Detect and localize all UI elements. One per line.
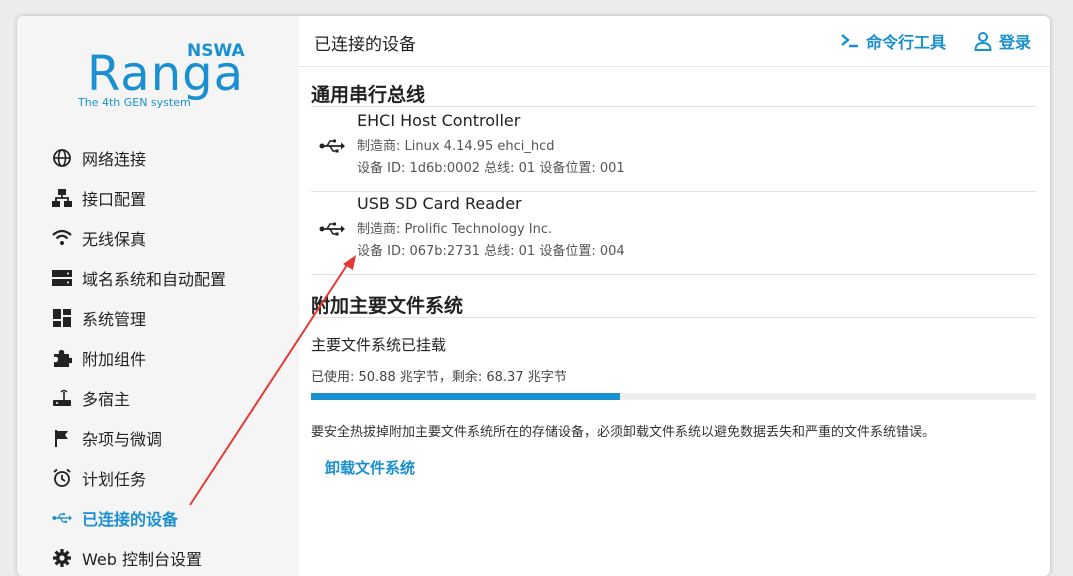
sidebar-item-scheduled-tasks[interactable]: 计划任务 xyxy=(17,458,299,498)
sidebar-item-label: 已连接的设备 xyxy=(82,510,179,529)
header-bar: 已连接的设备 命令行工具 登录 xyxy=(299,16,1050,67)
cli-tool-label: 命令行工具 xyxy=(866,33,947,52)
sidebar-item-label: 网络连接 xyxy=(82,150,147,169)
divider xyxy=(311,274,1036,275)
sidebar-item-system[interactable]: 系统管理 xyxy=(17,298,299,338)
device-manufacturer: 制造商: Prolific Technology Inc. xyxy=(357,222,553,237)
device-manufacturer: 制造商: Linux 4.14.95 ehci_hcd xyxy=(357,139,555,154)
usage-progress-bar xyxy=(311,393,1036,400)
usb-section-title: 通用串行总线 xyxy=(311,84,426,106)
unmount-note: 要安全热拔掉附加主要文件系统所在的存储设备，必须卸载文件系统以避免数据丢失和严重… xyxy=(311,425,936,440)
server-icon xyxy=(51,267,73,289)
puzzle-icon xyxy=(51,347,73,369)
sidebar-nav: 网络连接 接口配置 无线保真 域名系统和自动配置 系统管理 附加组件 多宿主 杂… xyxy=(17,138,299,576)
terminal-icon xyxy=(841,34,858,48)
alarm-clock-icon xyxy=(51,467,73,489)
sidebar-item-tweaks[interactable]: 杂项与微调 xyxy=(17,418,299,458)
sidebar-item-wifi[interactable]: 无线保真 xyxy=(17,218,299,258)
usb-icon xyxy=(319,222,345,236)
storage-section-title: 附加主要文件系统 xyxy=(311,295,464,317)
page-title: 已连接的设备 xyxy=(314,35,416,55)
device-info: 设备 ID: 1d6b:0002 总线: 01 设备位置: 001 xyxy=(357,161,625,176)
logo-main-text: Ranga xyxy=(87,46,245,102)
dashboard-icon xyxy=(51,307,73,329)
sidebar-item-multihoming[interactable]: 多宿主 xyxy=(17,378,299,418)
logo: NSWA Ranga The 4th GEN system xyxy=(77,40,257,120)
app-window: NSWA Ranga The 4th GEN system 网络连接 接口配置 … xyxy=(17,16,1050,576)
sidebar-item-label: Web 控制台设置 xyxy=(82,550,202,569)
usb-icon xyxy=(51,507,73,529)
divider xyxy=(311,317,1036,318)
usage-text: 已使用: 50.88 兆字节，剩余: 68.37 兆字节 xyxy=(311,370,567,385)
sidebar-item-label: 无线保真 xyxy=(82,230,147,249)
divider xyxy=(311,106,1036,107)
sidebar-item-label: 附加组件 xyxy=(82,350,147,369)
flag-icon xyxy=(51,427,73,449)
usb-icon xyxy=(319,139,345,153)
sidebar-item-label: 多宿主 xyxy=(82,390,131,409)
device-name: EHCI Host Controller xyxy=(357,111,521,130)
login-button[interactable]: 登录 xyxy=(973,29,1031,53)
unmount-button[interactable]: 卸载文件系统 xyxy=(325,457,415,478)
sidebar-item-web-console[interactable]: Web 控制台设置 xyxy=(17,538,299,576)
device-name: USB SD Card Reader xyxy=(357,194,522,213)
gear-icon xyxy=(51,547,73,569)
mount-status: 主要文件系统已挂载 xyxy=(311,336,447,354)
globe-icon xyxy=(51,147,73,169)
sidebar-item-addons[interactable]: 附加组件 xyxy=(17,338,299,378)
sidebar-item-network[interactable]: 网络连接 xyxy=(17,138,299,178)
sidebar-item-interfaces[interactable]: 接口配置 xyxy=(17,178,299,218)
router-icon xyxy=(51,387,73,409)
usb-device-item: USB SD Card Reader 制造商: Prolific Technol… xyxy=(311,191,1036,273)
device-info: 设备 ID: 067b:2731 总线: 01 设备位置: 004 xyxy=(357,244,625,259)
usage-progress-fill xyxy=(311,393,621,400)
sidebar: NSWA Ranga The 4th GEN system 网络连接 接口配置 … xyxy=(17,16,299,576)
usb-device-item: EHCI Host Controller 制造商: Linux 4.14.95 … xyxy=(311,108,1036,190)
sidebar-item-label: 接口配置 xyxy=(82,190,147,209)
logo-subtitle: The 4th GEN system xyxy=(78,96,191,109)
sidebar-item-connected-devices[interactable]: 已连接的设备 xyxy=(17,498,299,538)
user-icon xyxy=(974,32,992,51)
cli-tool-button[interactable]: 命令行工具 xyxy=(840,29,946,53)
sidebar-item-label: 计划任务 xyxy=(82,470,147,489)
sidebar-item-label: 系统管理 xyxy=(82,310,147,329)
sidebar-item-label: 域名系统和自动配置 xyxy=(82,270,227,289)
sidebar-item-dns[interactable]: 域名系统和自动配置 xyxy=(17,258,299,298)
login-label: 登录 xyxy=(999,33,1032,52)
network-icon xyxy=(51,187,73,209)
sidebar-item-label: 杂项与微调 xyxy=(82,430,163,449)
wifi-icon xyxy=(51,227,73,249)
main-content: 已连接的设备 命令行工具 登录 通用串行总线 EHCI Host Control… xyxy=(299,16,1050,576)
